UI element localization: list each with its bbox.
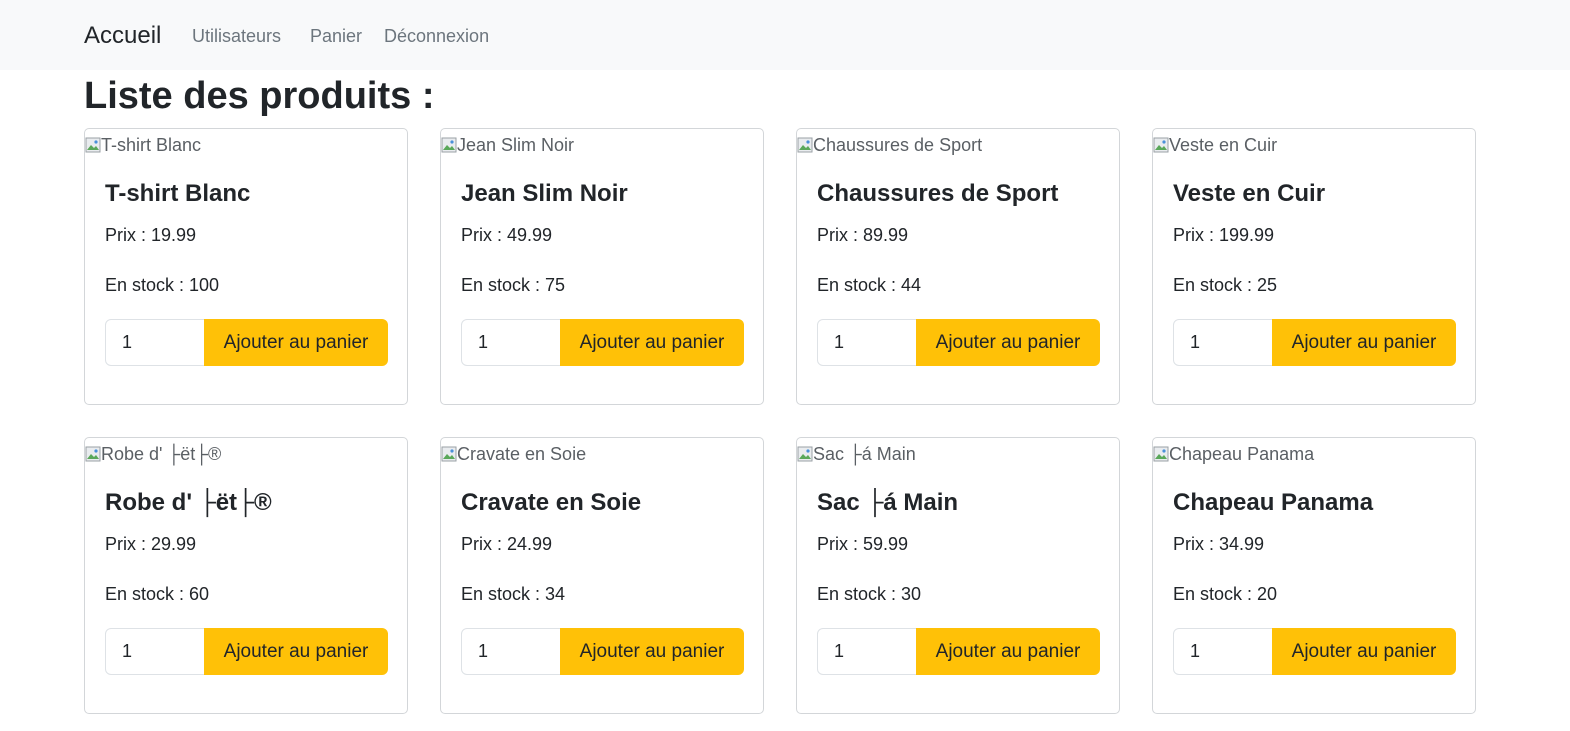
quantity-input[interactable] (105, 319, 205, 366)
product-stock: En stock : 25 (1173, 275, 1278, 295)
product-price: Prix : 24.99 (461, 534, 553, 554)
product-image-alt-text: Veste en Cuir (1169, 134, 1278, 155)
product-image-alt-text: Cravate en Soie (457, 443, 587, 464)
product-price: Prix : 59.99 (817, 534, 909, 554)
product-stock: En stock : 34 (461, 584, 566, 604)
product-image-alt-text: Robe d' ├ët├® (101, 443, 222, 464)
page-title: Liste des produits : (84, 75, 435, 117)
add-to-cart-button[interactable]: Ajouter au panier (916, 628, 1100, 675)
product-price: Prix : 29.99 (105, 534, 197, 554)
product-card: T-shirt Blanc T-shirt Blanc Prix : 19.99… (84, 128, 408, 405)
quantity-input[interactable] (1173, 319, 1273, 366)
product-image: Chaussures de Sport (797, 133, 982, 157)
product-image: Veste en Cuir (1153, 133, 1277, 157)
product-price: Prix : 89.99 (817, 225, 909, 245)
broken-image-icon (797, 137, 813, 153)
product-name: Sac ├á Main (817, 489, 959, 516)
top-navbar: Accueil Utilisateurs Panier Déconnexion (0, 0, 1570, 70)
quantity-input[interactable] (105, 628, 205, 675)
product-name: Robe d' ├ët├® (105, 489, 272, 516)
quantity-input[interactable] (1173, 628, 1273, 675)
broken-image-icon (1153, 446, 1169, 462)
product-image-alt-text: Chapeau Panama (1169, 443, 1315, 464)
quantity-input[interactable] (461, 628, 561, 675)
product-stock: En stock : 75 (461, 275, 566, 295)
broken-image-icon (85, 446, 101, 462)
quantity-input[interactable] (817, 628, 917, 675)
product-image: Sac ├á Main (797, 442, 916, 466)
product-price: Prix : 34.99 (1173, 534, 1265, 554)
product-name: Chaussures de Sport (817, 180, 1059, 207)
add-to-cart-button[interactable]: Ajouter au panier (560, 628, 744, 675)
quantity-input[interactable] (461, 319, 561, 366)
add-to-cart-button[interactable]: Ajouter au panier (560, 319, 744, 366)
product-card: Chaussures de Sport Chaussures de Sport … (796, 128, 1120, 405)
navbar-brand-home-link[interactable]: Accueil (84, 20, 161, 52)
add-to-cart-button[interactable]: Ajouter au panier (1272, 319, 1456, 366)
nav-link-utilisateurs[interactable]: Utilisateurs (192, 24, 281, 48)
product-card: Veste en Cuir Veste en Cuir Prix : 199.9… (1152, 128, 1476, 405)
add-to-cart-button[interactable]: Ajouter au panier (916, 319, 1100, 366)
product-image: Chapeau Panama (1153, 442, 1314, 466)
product-price: Prix : 199.99 (1173, 225, 1275, 245)
product-image-alt-text: T-shirt Blanc (101, 134, 202, 155)
add-to-cart-button[interactable]: Ajouter au panier (1272, 628, 1456, 675)
product-image: Cravate en Soie (441, 442, 586, 466)
broken-image-icon (85, 137, 101, 153)
product-price: Prix : 49.99 (461, 225, 553, 245)
product-image: T-shirt Blanc (85, 133, 201, 157)
broken-image-icon (441, 137, 457, 153)
product-name: Cravate en Soie (461, 489, 642, 516)
product-card: Chapeau Panama Chapeau Panama Prix : 34.… (1152, 437, 1476, 714)
broken-image-icon (797, 446, 813, 462)
product-image: Robe d' ├ët├® (85, 442, 221, 466)
product-card: Jean Slim Noir Jean Slim Noir Prix : 49.… (440, 128, 764, 405)
product-stock: En stock : 60 (105, 584, 210, 604)
product-image-alt-text: Sac ├á Main (813, 443, 916, 464)
product-price: Prix : 19.99 (105, 225, 197, 245)
quantity-input[interactable] (817, 319, 917, 366)
product-name: Chapeau Panama (1173, 489, 1374, 516)
broken-image-icon (1153, 137, 1169, 153)
product-stock: En stock : 100 (105, 275, 220, 295)
product-card: Cravate en Soie Cravate en Soie Prix : 2… (440, 437, 764, 714)
add-to-cart-button[interactable]: Ajouter au panier (204, 628, 388, 675)
product-name: Veste en Cuir (1173, 180, 1326, 207)
broken-image-icon (441, 446, 457, 462)
nav-link-panier[interactable]: Panier (310, 24, 362, 48)
product-image-alt-text: Chaussures de Sport (813, 134, 983, 155)
add-to-cart-button[interactable]: Ajouter au panier (204, 319, 388, 366)
product-stock: En stock : 44 (817, 275, 922, 295)
product-image-alt-text: Jean Slim Noir (457, 134, 575, 155)
product-stock: En stock : 20 (1173, 584, 1278, 604)
product-card: Robe d' ├ët├® Robe d' ├ët├® Prix : 29.99… (84, 437, 408, 714)
product-card: Sac ├á Main Sac ├á Main Prix : 59.99 En … (796, 437, 1120, 714)
product-name: T-shirt Blanc (105, 180, 251, 207)
nav-link-deconnexion[interactable]: Déconnexion (384, 24, 489, 48)
product-name: Jean Slim Noir (461, 180, 628, 207)
product-stock: En stock : 30 (817, 584, 922, 604)
product-image: Jean Slim Noir (441, 133, 574, 157)
